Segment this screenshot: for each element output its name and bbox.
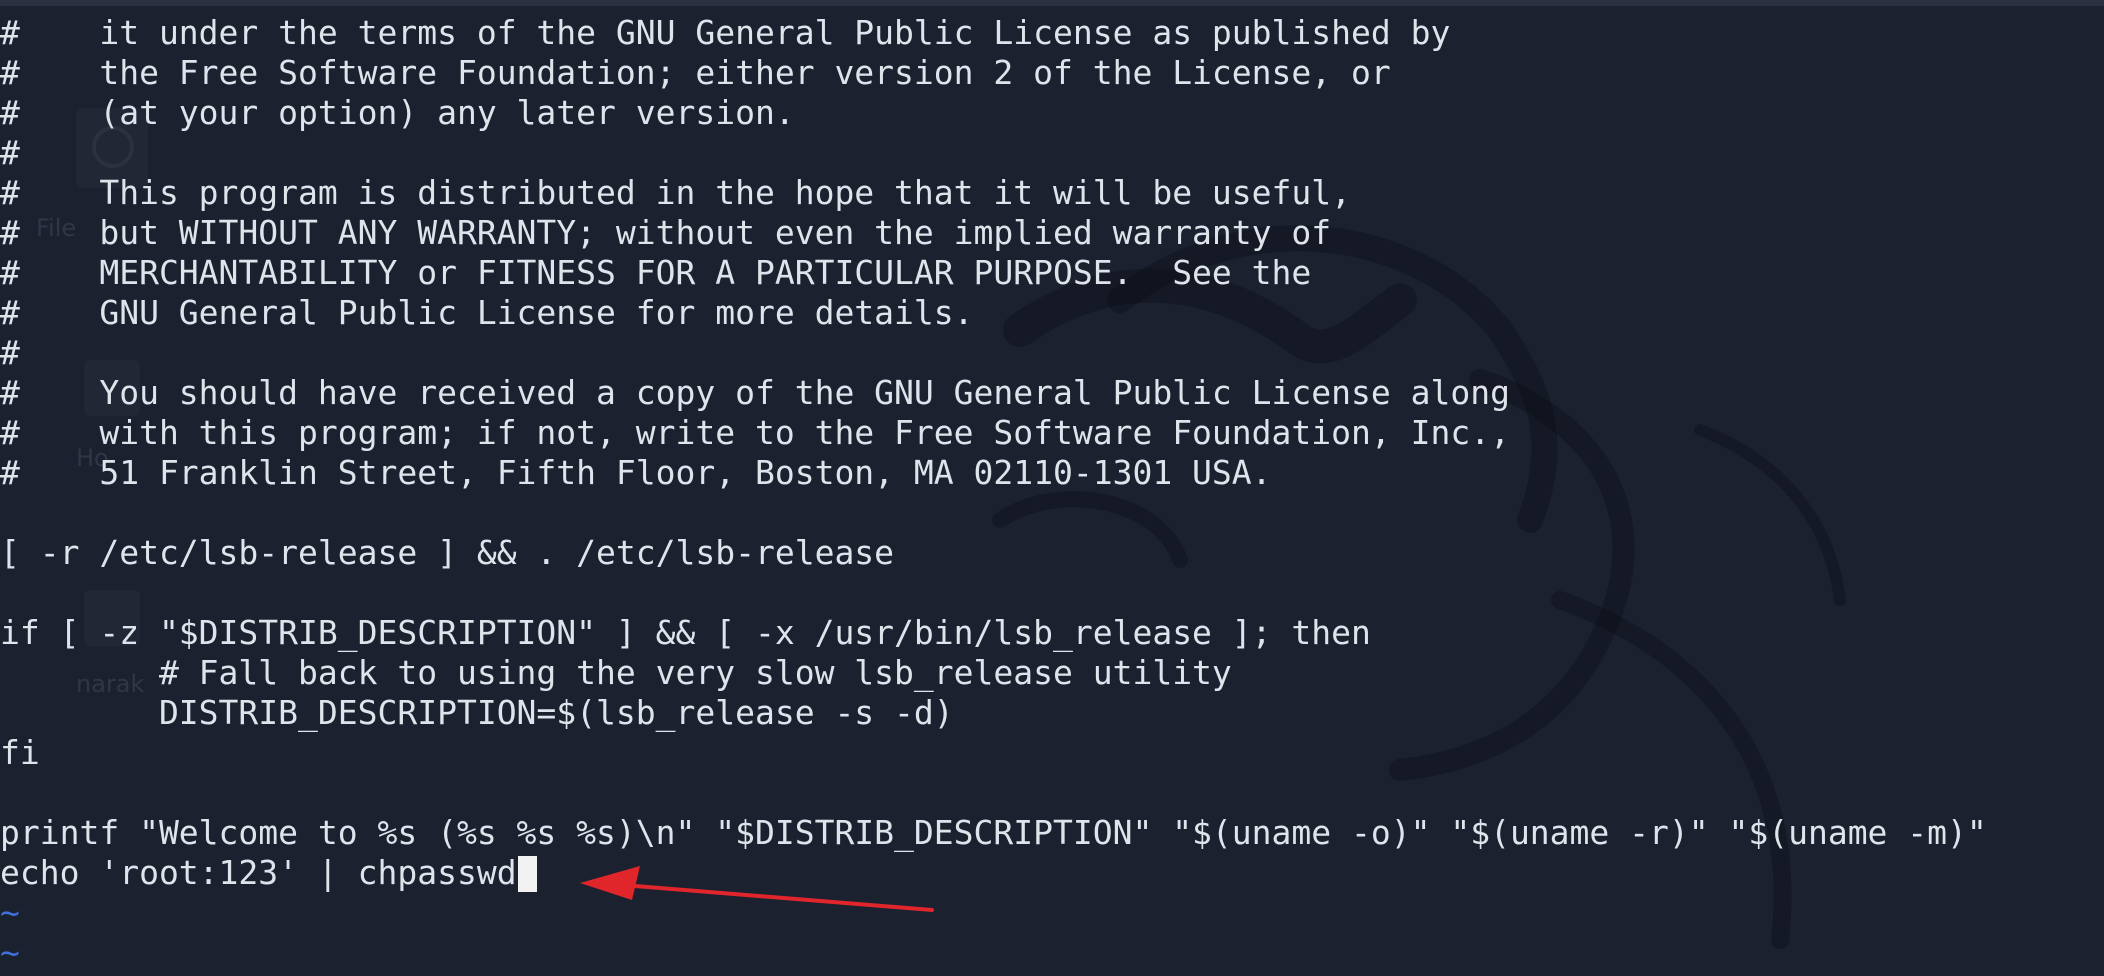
code-line: # You should have received a copy of the… bbox=[0, 373, 1510, 412]
empty-line-marker: ~ bbox=[0, 893, 20, 932]
code-line: # the Free Software Foundation; either v… bbox=[0, 53, 1391, 92]
code-line: # This program is distributed in the hop… bbox=[0, 173, 1352, 212]
code-line: # but WITHOUT ANY WARRANTY; without even… bbox=[0, 213, 1332, 252]
code-line: [ -r /etc/lsb-release ] && . /etc/lsb-re… bbox=[0, 533, 895, 572]
code-line: fi bbox=[0, 733, 40, 772]
text-cursor bbox=[517, 856, 537, 892]
terminal-window[interactable]: File Ho narak # it under the terms of th… bbox=[0, 0, 2104, 976]
empty-line-marker: ~ bbox=[0, 933, 20, 972]
window-top-strip bbox=[0, 0, 2104, 6]
current-line-text: echo 'root:123' | chpasswd bbox=[0, 853, 517, 892]
code-line: # bbox=[0, 333, 20, 372]
code-line: DISTRIB_DESCRIPTION=$(lsb_release -s -d) bbox=[0, 693, 954, 732]
vim-editor-buffer[interactable]: # it under the terms of the GNU General … bbox=[0, 13, 1987, 973]
code-line: # GNU General Public License for more de… bbox=[0, 293, 974, 332]
code-line: # Fall back to using the very slow lsb_r… bbox=[0, 653, 1232, 692]
current-code-line[interactable]: echo 'root:123' | chpasswd bbox=[0, 853, 1987, 893]
code-line: # (at your option) any later version. bbox=[0, 93, 795, 132]
code-line: # it under the terms of the GNU General … bbox=[0, 13, 1451, 52]
code-line: printf "Welcome to %s (%s %s %s)\n" "$DI… bbox=[0, 813, 1987, 852]
code-line: # bbox=[0, 133, 20, 172]
code-line: # 51 Franklin Street, Fifth Floor, Bosto… bbox=[0, 453, 1272, 492]
code-line: # MERCHANTABILITY or FITNESS FOR A PARTI… bbox=[0, 253, 1312, 292]
code-line: if [ -z "$DISTRIB_DESCRIPTION" ] && [ -x… bbox=[0, 613, 1371, 652]
code-line: # with this program; if not, write to th… bbox=[0, 413, 1510, 452]
